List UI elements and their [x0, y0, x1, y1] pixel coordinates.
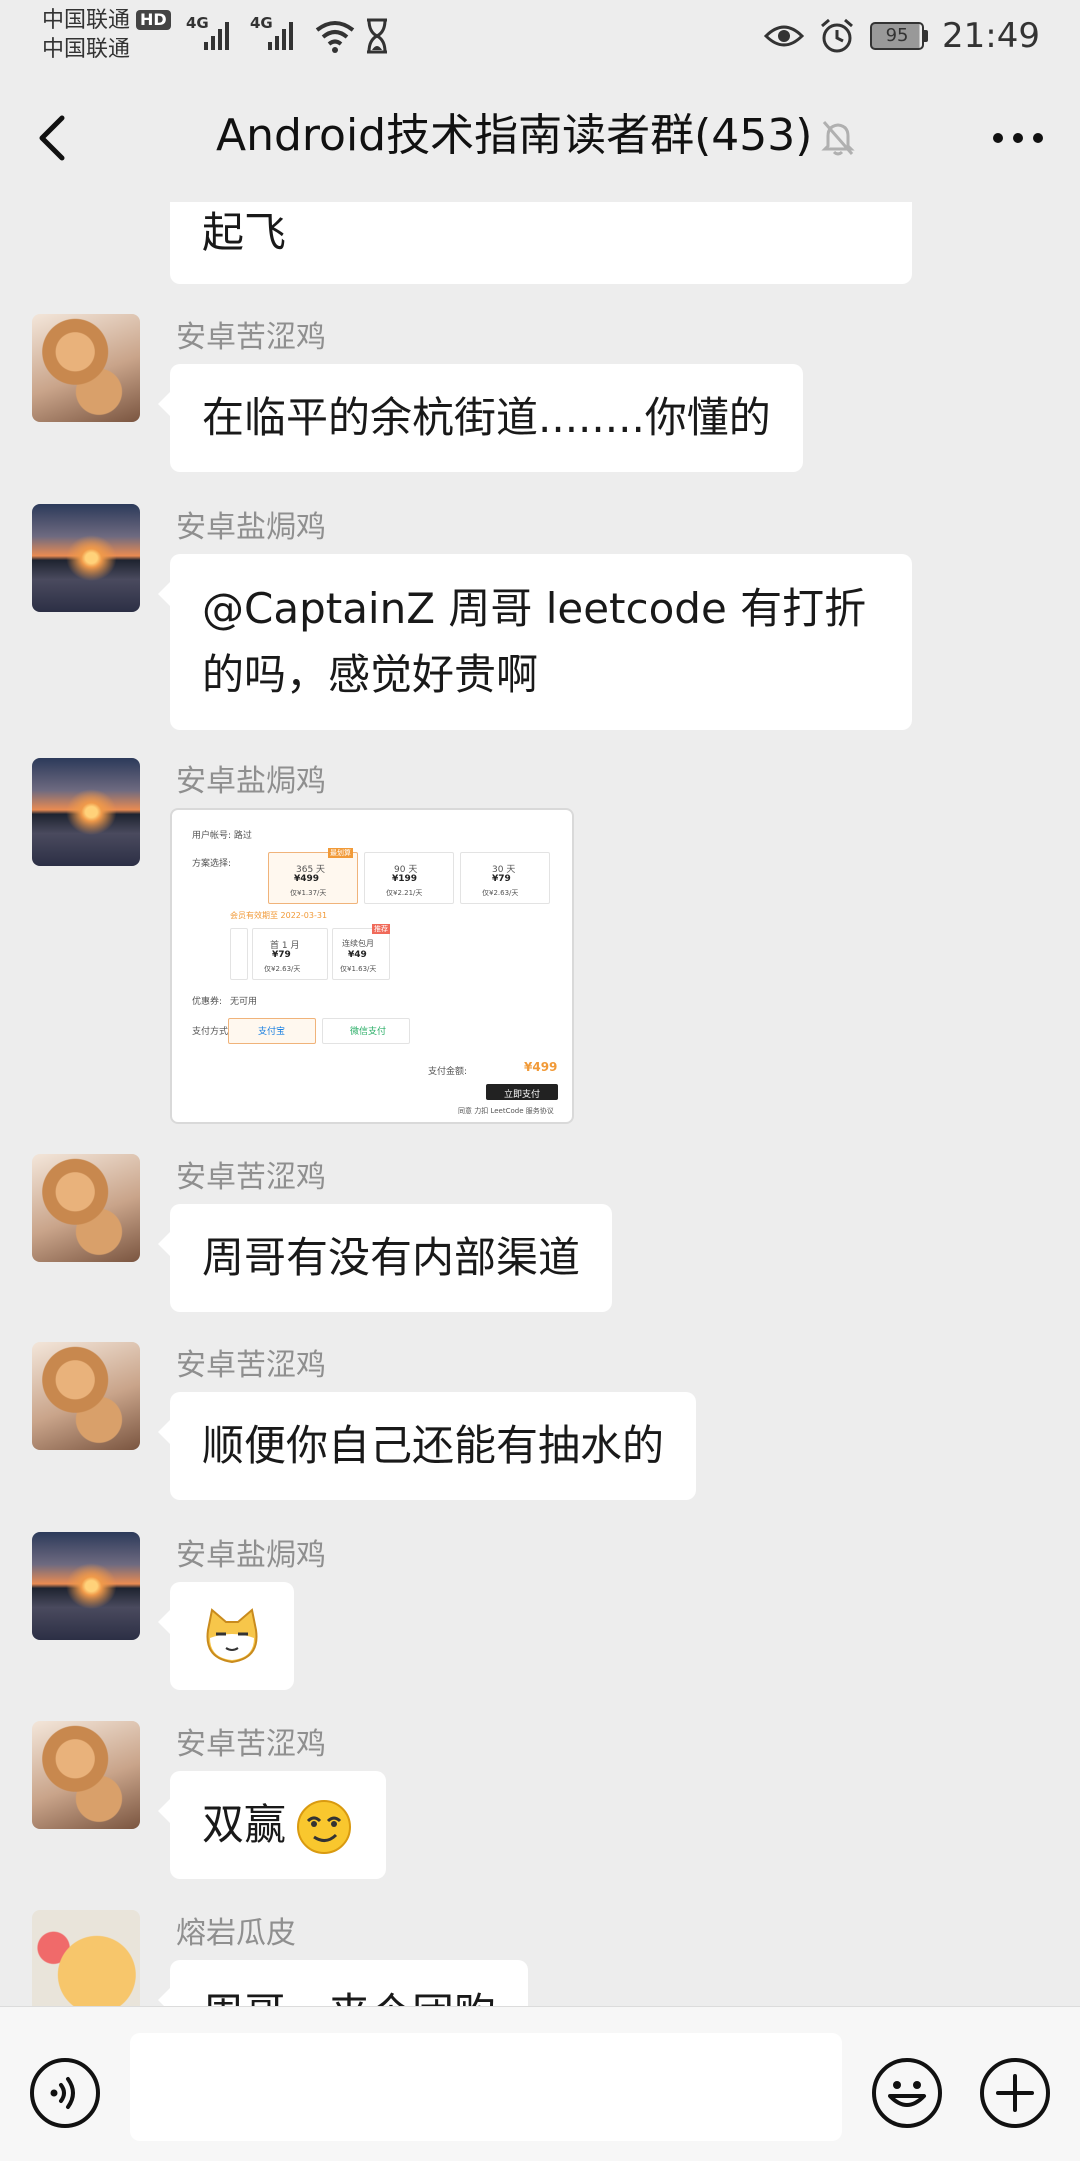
sender-name: 安卓苦涩鸡 — [176, 320, 326, 355]
message-input[interactable] — [130, 2033, 842, 2141]
message-bubble[interactable]: 周哥，来个团购 — [157, 1960, 529, 2006]
hd-badge: HD — [136, 10, 171, 30]
status-right: 95 21:49 — [764, 14, 1040, 58]
eye-icon — [764, 25, 805, 47]
avatar[interactable] — [32, 1721, 140, 1829]
image-message[interactable]: 用户帐号: 路过 方案选择: 最划算 365 天 ¥499 仅¥1.37/天 9… — [170, 808, 574, 1124]
avatar[interactable] — [32, 504, 140, 612]
avatar[interactable] — [32, 1532, 140, 1640]
plus-icon[interactable] — [978, 2056, 1052, 2130]
voice-icon[interactable] — [28, 2056, 102, 2130]
sender-name: 安卓盐焗鸡 — [176, 764, 326, 799]
message-bubble[interactable]: 起飞 — [170, 202, 912, 284]
emoji-icon[interactable] — [870, 2056, 944, 2130]
input-bar — [0, 2006, 1080, 2161]
sender-name: 熔岩瓜皮 — [176, 1916, 296, 1951]
smirk-emoji-icon — [297, 1800, 351, 1854]
battery-icon: 95 — [870, 22, 929, 50]
wifi-icon — [315, 21, 355, 53]
alarm-icon — [821, 18, 853, 53]
title-bar: Android技术指南读者群(453) — [0, 72, 1080, 202]
avatar[interactable] — [32, 1342, 140, 1450]
message-line: 的吗，感觉好贵啊 — [202, 650, 539, 699]
cat-face-emoji-icon — [206, 1608, 258, 1664]
avatar[interactable] — [32, 1154, 140, 1262]
chat-title[interactable]: Android技术指南读者群(453) — [216, 106, 812, 166]
message-bubble[interactable]: 在临平的余杭街道........你懂的 — [158, 364, 803, 472]
message-bubble[interactable]: 双赢 — [158, 1771, 386, 1879]
message-bubble[interactable]: 顺便你自己还能有抽水的 — [157, 1392, 697, 1500]
more-dots-icon[interactable] — [986, 114, 1050, 162]
sender-name: 安卓盐焗鸡 — [176, 1538, 326, 1573]
avatar[interactable] — [32, 1910, 140, 2006]
clock: 21:49 — [942, 16, 1040, 56]
sender-name: 安卓苦涩鸡 — [176, 1348, 326, 1383]
sender-name: 安卓苦涩鸡 — [176, 1160, 326, 1195]
message-text: 双赢 — [202, 1800, 287, 1849]
message-bubble[interactable]: @CaptainZ 周哥 leetcode 有打折 的吗，感觉好贵啊 — [158, 554, 912, 730]
avatar[interactable] — [32, 314, 140, 422]
sender-name: 安卓苦涩鸡 — [176, 1727, 326, 1762]
bell-muted-icon — [821, 121, 855, 156]
carrier-2: 中国联通 — [42, 37, 131, 62]
hourglass-icon — [367, 18, 387, 54]
chat-message-list[interactable]: 起飞 安卓苦涩鸡 在临平的余杭街道........你懂的 安卓盐焗鸡 @Capt… — [0, 202, 1080, 2006]
sender-name: 安卓盐焗鸡 — [176, 510, 326, 545]
message-line: @CaptainZ 周哥 leetcode 有打折 — [202, 584, 867, 633]
carrier-1: 中国联通 — [42, 8, 131, 33]
message-bubble[interactable]: 周哥有没有内部渠道 — [157, 1204, 613, 1312]
carrier-info: 中国联通 HD 中国联通 — [42, 6, 171, 64]
message-bubble[interactable] — [158, 1582, 294, 1690]
status-bar: 中国联通 HD 中国联通 4G 4G 95 21:49 — [42, 6, 1040, 64]
avatar[interactable] — [32, 758, 140, 866]
back-chevron-icon[interactable] — [30, 110, 80, 166]
